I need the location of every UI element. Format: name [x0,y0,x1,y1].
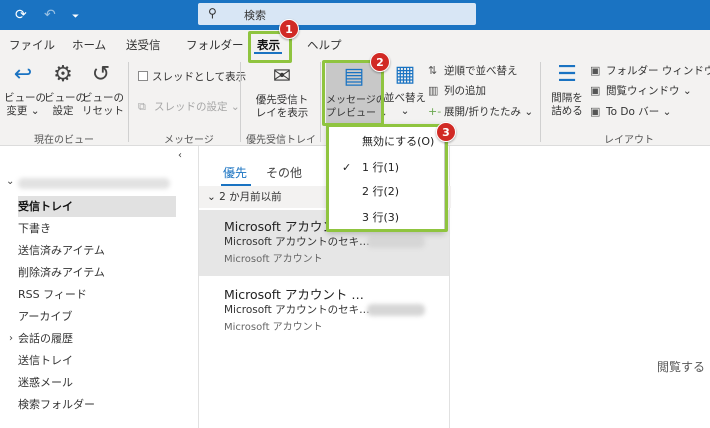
checkbox-icon [138,71,148,81]
tab-folder[interactable]: フォルダー [186,37,244,53]
folder-search-folders[interactable]: 検索フォルダー [18,394,176,415]
arrange-by-label: 並べ替え ⌄ [384,92,426,117]
tab-help[interactable]: ヘルプ [307,37,342,53]
chevron-right-icon[interactable]: › [9,333,13,344]
expand-collapse-label: 展開/折りたたみ ⌄ [444,106,534,118]
reading-pane-label: 閲覧ウィンドウ ⌄ [606,85,692,97]
change-view-label: ビューの 変更 ⌄ [4,92,46,117]
add-columns-icon: ▥ [428,84,439,97]
message-date-redacted [367,304,425,316]
folder-conversation-history[interactable]: 会話の履歴 [18,328,176,349]
sync-icon[interactable]: ⟳ [15,6,27,24]
search-box[interactable]: ⚲ 検索 [198,3,476,25]
folder-outbox[interactable]: 送信トレイ [18,350,176,371]
message-date-redacted [367,236,425,248]
ribbon-divider [128,62,129,142]
folder-junk-email[interactable]: 迷惑メール [18,372,176,393]
reading-pane-button[interactable]: ▣ 閲覧ウィンドウ ⌄ [590,84,692,98]
conversation-settings-icon: ⧉ [138,100,146,113]
ribbon-divider [540,62,541,142]
todo-bar-label: To Do バー ⌄ [606,106,672,118]
message-item[interactable]: Microsoft アカウント … Microsoft アカウントのセキ… Mi… [199,278,449,344]
customize-toolbar-icon[interactable]: ⏷ [72,8,79,26]
sort-arrows-icon: ⇅ [428,64,438,77]
account-row[interactable]: ⌄ [4,176,184,190]
tab-home[interactable]: ホーム [72,37,106,53]
conversation-settings-button[interactable]: ⧉ スレッドの設定 ⌄ [138,100,240,114]
step-badge-3: 3 [436,122,456,142]
reverse-sort-label: 逆順で並べ替え [444,65,518,77]
show-as-conversations-label: スレッドとして表示 [152,71,247,83]
change-view-icon: ↩ [13,62,33,87]
undo-icon[interactable]: ↶ [44,6,56,24]
reset-view-button[interactable]: ↺ ビューの リセット [82,62,124,118]
group-label-layout: レイアウト [604,135,654,146]
tab-send-receive[interactable]: 送受信 [126,37,161,53]
folder-pane: ‹ ⌄ 受信トレイ 下書き 送信済みアイテム 削除済みアイテム RSS フィード… [0,146,190,428]
reading-pane: 閲覧する [451,146,710,428]
tab-file[interactable]: ファイル [9,37,55,53]
spacing-button[interactable]: ☰ 間隔を 詰める [546,62,588,118]
search-placeholder: 検索 [244,9,266,22]
folder-inbox[interactable]: 受信トレイ [18,196,176,217]
view-settings-label: ビューの 設定 [44,92,86,117]
ribbon-divider [240,62,241,142]
folder-sent-items[interactable]: 送信済みアイテム [18,240,176,261]
step-badge-2: 2 [370,52,390,72]
spacing-icon: ☰ [557,62,577,87]
reading-pane-placeholder: 閲覧する [657,360,706,374]
group-label-focused-inbox: 優先受信トレイ [246,135,316,146]
reset-icon: ↺ [91,62,111,87]
step-badge-1: 1 [279,19,299,39]
folder-pane-button[interactable]: ▣ フォルダー ウィンドウ ⌄ [590,64,710,78]
folder-rss-feeds[interactable]: RSS フィード [18,284,176,305]
reading-pane-icon: ▣ [590,84,601,97]
gear-icon: ⚙ [53,62,73,87]
show-focused-inbox-button[interactable]: ✉ 優先受信ト レイを表示 [250,64,314,120]
tab-focused[interactable]: 優先 [223,164,247,181]
focused-inbox-icon: ✉ [272,64,292,89]
expand-collapse-button[interactable]: +- 展開/折りたたみ ⌄ [428,105,533,119]
folder-drafts[interactable]: 下書き [18,218,176,239]
spacing-label: 間隔を 詰める [551,92,583,117]
message-preview: Microsoft アカウント [224,254,323,265]
folder-pane-label: フォルダー ウィンドウ ⌄ [606,65,710,77]
tab-other[interactable]: その他 [266,164,302,181]
show-focused-inbox-label: 優先受信ト レイを表示 [255,94,309,119]
add-columns-button[interactable]: ▥ 列の追加 [428,84,486,98]
todo-bar-icon: ▣ [590,105,601,118]
view-settings-button[interactable]: ⚙ ビューの 設定 [44,62,86,118]
message-sender: Microsoft アカウン [224,219,335,234]
account-name-redacted [18,178,170,189]
add-columns-label: 列の追加 [444,85,486,97]
message-preview: Microsoft アカウント [224,322,323,333]
message-subject: Microsoft アカウントのセキ… [224,236,370,248]
expand-collapse-icon: +- [428,105,442,118]
highlight-preview-dropdown [326,124,448,232]
reset-view-label: ビューの リセット [82,92,124,117]
chevron-down-icon: ⌄ [6,176,15,187]
group-label-current-view: 現在のビュー [34,135,94,146]
ribbon-tabs: ファイル ホーム 送受信 フォルダー 表示 ヘルプ [0,30,710,58]
change-view-button[interactable]: ↩ ビューの 変更 ⌄ [4,62,46,118]
arrange-by-icon: ▦ [394,62,416,87]
ribbon-divider [320,62,321,142]
message-subject: Microsoft アカウントのセキ… [224,304,370,316]
group-label-messages: メッセージ [164,135,214,146]
arrange-by-button[interactable]: ▦ 並べ替え ⌄ [384,62,426,118]
search-icon: ⚲ [208,6,217,20]
folder-pane-icon: ▣ [590,64,601,77]
title-bar: ⟳ ↶ ⏷ ⚲ 検索 [0,0,710,30]
conversation-settings-label: スレッドの設定 ⌄ [154,101,240,113]
folder-deleted-items[interactable]: 削除済みアイテム [18,262,176,283]
reverse-sort-button[interactable]: ⇅ 逆順で並べ替え [428,64,518,78]
message-sender: Microsoft アカウント … [224,287,364,302]
collapse-pane-icon[interactable]: ‹ [178,150,182,161]
todo-bar-button[interactable]: ▣ To Do バー ⌄ [590,105,671,119]
show-as-conversations-checkbox[interactable]: スレッドとして表示 [138,70,246,84]
folder-archive[interactable]: アーカイブ [18,306,176,327]
